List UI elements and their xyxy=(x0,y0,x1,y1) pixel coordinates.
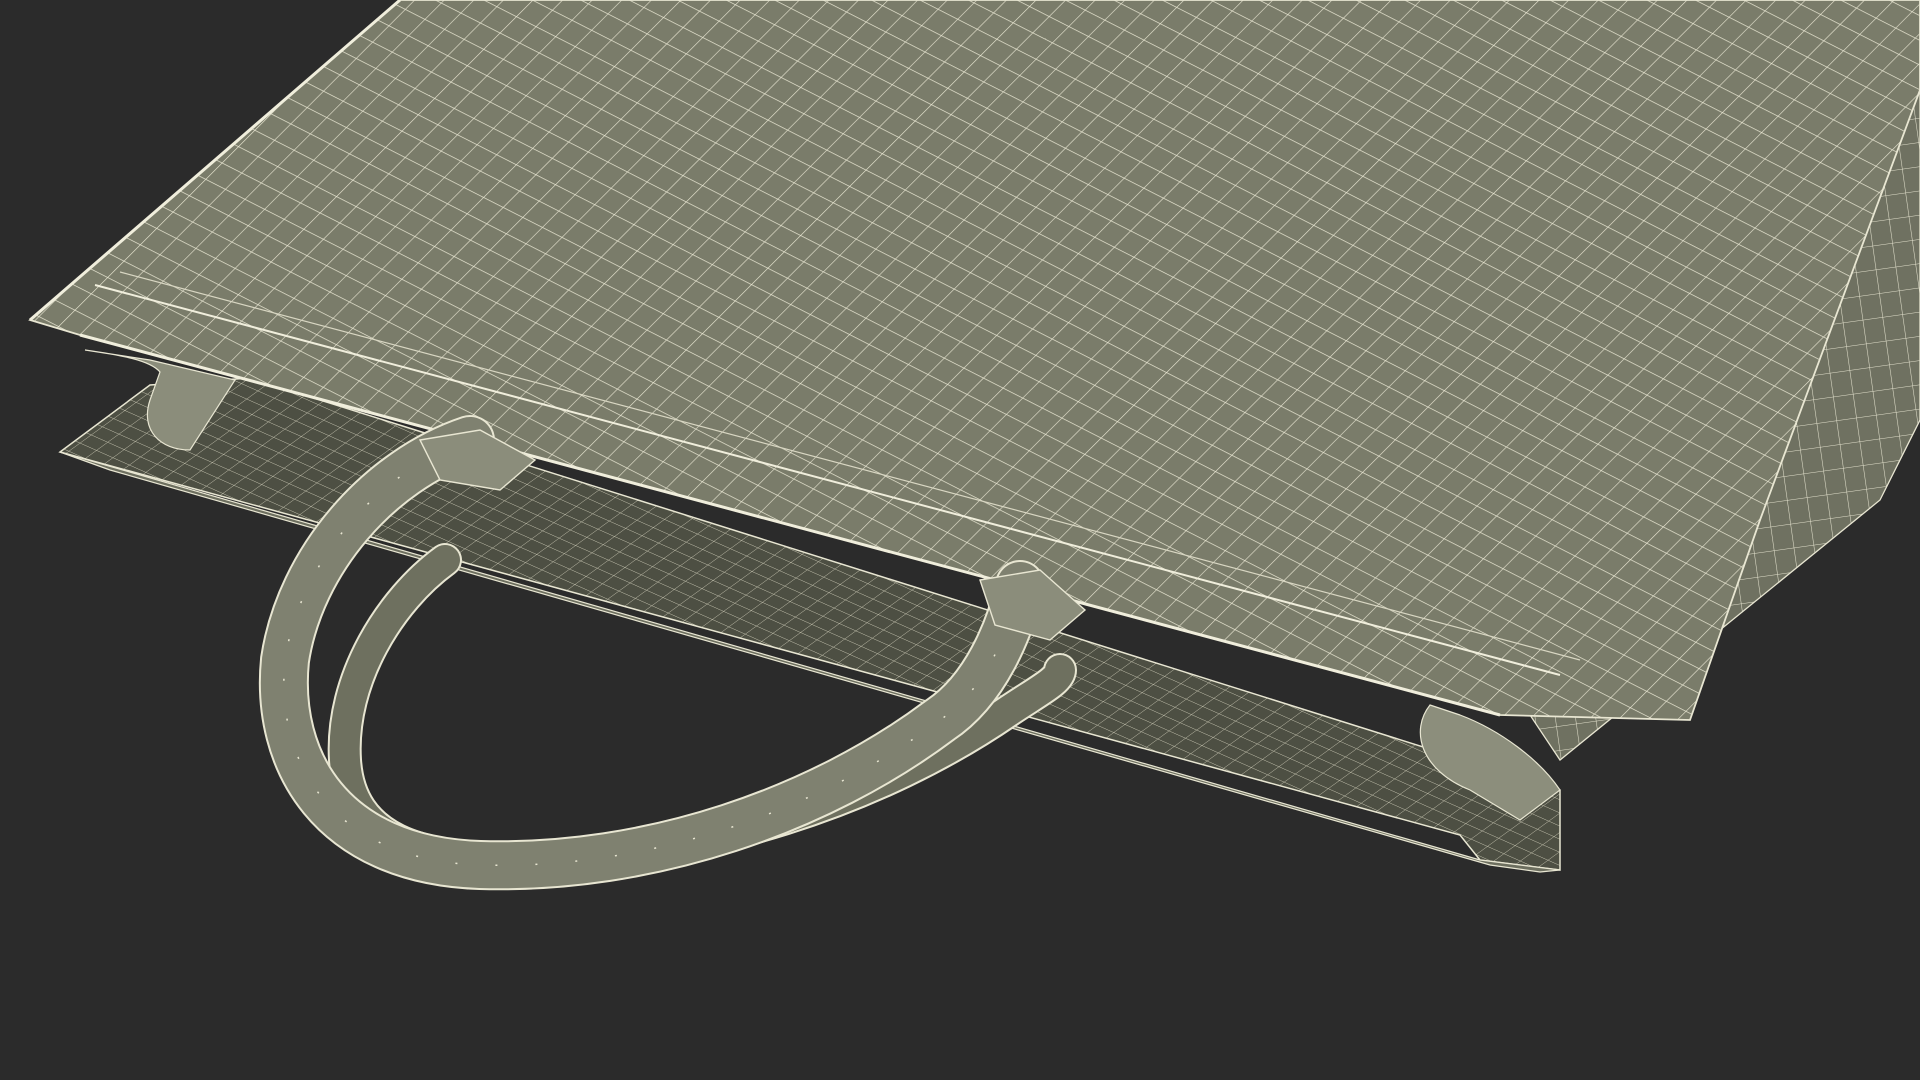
wireframe-render-canvas xyxy=(0,0,1920,1080)
